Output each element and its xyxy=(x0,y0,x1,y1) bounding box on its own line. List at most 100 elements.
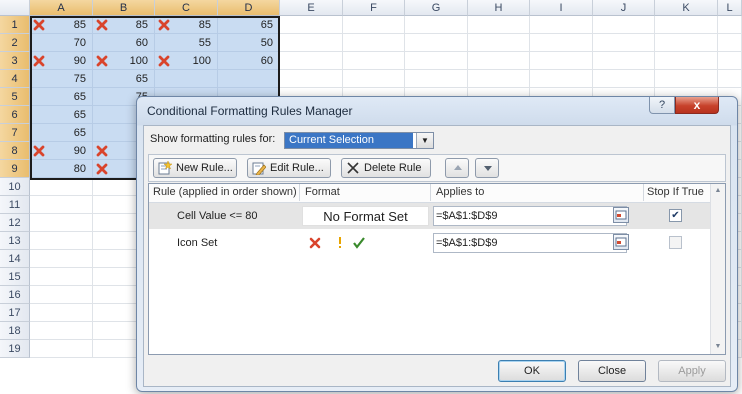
cell-c2[interactable]: 55 xyxy=(155,34,218,52)
cell-c4[interactable] xyxy=(155,70,218,88)
help-button[interactable]: ? xyxy=(649,97,675,114)
range-select-icon[interactable] xyxy=(613,207,629,223)
cell-d1[interactable]: 65 xyxy=(218,16,280,34)
close-button[interactable]: Close xyxy=(578,360,646,382)
column-header-g[interactable]: G xyxy=(405,0,468,16)
rule-row[interactable]: Icon Set =$A$1:$D$9 xyxy=(149,230,712,256)
cell-h2[interactable] xyxy=(468,34,530,52)
column-header-h[interactable]: H xyxy=(468,0,530,16)
row-header-15[interactable]: 15 xyxy=(0,268,30,286)
chevron-down-icon[interactable]: ▼ xyxy=(416,133,433,148)
cell-b2[interactable]: 60 xyxy=(93,34,155,52)
apply-button[interactable]: Apply xyxy=(658,360,726,382)
cell-a18[interactable] xyxy=(30,322,93,340)
cell-f4[interactable] xyxy=(343,70,405,88)
row-header-5[interactable]: 5 xyxy=(0,88,30,106)
cell-a5[interactable]: 65 xyxy=(30,88,93,106)
cell-e3[interactable] xyxy=(280,52,343,70)
column-header-d[interactable]: D xyxy=(218,0,280,16)
cell-j1[interactable] xyxy=(593,16,655,34)
cell-c3[interactable]: 100 xyxy=(155,52,218,70)
column-header-k[interactable]: K xyxy=(655,0,718,16)
cell-l3[interactable] xyxy=(718,52,742,70)
cell-a11[interactable] xyxy=(30,196,93,214)
row-header-18[interactable]: 18 xyxy=(0,322,30,340)
edit-rule-button[interactable]: Edit Rule... xyxy=(247,158,331,178)
cell-f2[interactable] xyxy=(343,34,405,52)
cell-k3[interactable] xyxy=(655,52,718,70)
cell-k1[interactable] xyxy=(655,16,718,34)
cell-k4[interactable] xyxy=(655,70,718,88)
cell-a7[interactable]: 65 xyxy=(30,124,93,142)
cell-a15[interactable] xyxy=(30,268,93,286)
move-down-button[interactable] xyxy=(475,158,499,178)
row-header-8[interactable]: 8 xyxy=(0,142,30,160)
cell-f1[interactable] xyxy=(343,16,405,34)
close-window-button[interactable]: x xyxy=(675,97,719,114)
row-header-1[interactable]: 1 xyxy=(0,16,30,34)
cell-g3[interactable] xyxy=(405,52,468,70)
cell-g4[interactable] xyxy=(405,70,468,88)
cell-b1[interactable]: 85 xyxy=(93,16,155,34)
column-header-f[interactable]: F xyxy=(343,0,405,16)
row-header-11[interactable]: 11 xyxy=(0,196,30,214)
cell-g2[interactable] xyxy=(405,34,468,52)
row-header-3[interactable]: 3 xyxy=(0,52,30,70)
rule-row[interactable]: Cell Value <= 80 No Format Set =$A$1:$D$… xyxy=(149,203,712,229)
cell-l1[interactable] xyxy=(718,16,742,34)
cell-c1[interactable]: 85 xyxy=(155,16,218,34)
cell-a1[interactable]: 85 xyxy=(30,16,93,34)
cell-e1[interactable] xyxy=(280,16,343,34)
column-header-a[interactable]: A xyxy=(30,0,93,16)
cell-a6[interactable]: 65 xyxy=(30,106,93,124)
cell-j3[interactable] xyxy=(593,52,655,70)
row-header-13[interactable]: 13 xyxy=(0,232,30,250)
cell-a8[interactable]: 90 xyxy=(30,142,93,160)
range-select-icon[interactable] xyxy=(613,234,629,250)
cell-g1[interactable] xyxy=(405,16,468,34)
cell-e4[interactable] xyxy=(280,70,343,88)
cell-a3[interactable]: 90 xyxy=(30,52,93,70)
column-header-e[interactable]: E xyxy=(280,0,343,16)
ok-button[interactable]: OK xyxy=(498,360,566,382)
column-header-c[interactable]: C xyxy=(155,0,218,16)
cell-i4[interactable] xyxy=(530,70,593,88)
row-header-4[interactable]: 4 xyxy=(0,70,30,88)
applies-to-input[interactable]: =$A$1:$D$9 xyxy=(433,206,627,226)
scroll-up-icon[interactable]: ▲ xyxy=(711,184,725,198)
cell-a10[interactable] xyxy=(30,178,93,196)
cell-l2[interactable] xyxy=(718,34,742,52)
select-all-corner[interactable] xyxy=(0,0,30,16)
cell-a12[interactable] xyxy=(30,214,93,232)
move-up-button[interactable] xyxy=(445,158,469,178)
row-header-19[interactable]: 19 xyxy=(0,340,30,358)
cell-b4[interactable]: 65 xyxy=(93,70,155,88)
cell-d2[interactable]: 50 xyxy=(218,34,280,52)
row-header-10[interactable]: 10 xyxy=(0,178,30,196)
new-rule-button[interactable]: New Rule... xyxy=(153,158,237,178)
cell-h4[interactable] xyxy=(468,70,530,88)
cell-h1[interactable] xyxy=(468,16,530,34)
cell-a14[interactable] xyxy=(30,250,93,268)
row-header-9[interactable]: 9 xyxy=(0,160,30,178)
cell-e2[interactable] xyxy=(280,34,343,52)
cell-j2[interactable] xyxy=(593,34,655,52)
row-header-2[interactable]: 2 xyxy=(0,34,30,52)
cell-a19[interactable] xyxy=(30,340,93,358)
cell-i3[interactable] xyxy=(530,52,593,70)
applies-to-input[interactable]: =$A$1:$D$9 xyxy=(433,233,627,253)
row-header-12[interactable]: 12 xyxy=(0,214,30,232)
cell-a17[interactable] xyxy=(30,304,93,322)
cell-a2[interactable]: 70 xyxy=(30,34,93,52)
column-header-j[interactable]: J xyxy=(593,0,655,16)
scroll-down-icon[interactable]: ▼ xyxy=(711,340,725,354)
cell-a16[interactable] xyxy=(30,286,93,304)
cell-a4[interactable]: 75 xyxy=(30,70,93,88)
delete-rule-button[interactable]: Delete Rule xyxy=(341,158,431,178)
stop-if-true-checkbox[interactable]: ✔ xyxy=(669,209,682,222)
cell-d3[interactable]: 60 xyxy=(218,52,280,70)
cell-b3[interactable]: 100 xyxy=(93,52,155,70)
stop-if-true-checkbox[interactable] xyxy=(669,236,682,249)
row-header-7[interactable]: 7 xyxy=(0,124,30,142)
cell-i2[interactable] xyxy=(530,34,593,52)
